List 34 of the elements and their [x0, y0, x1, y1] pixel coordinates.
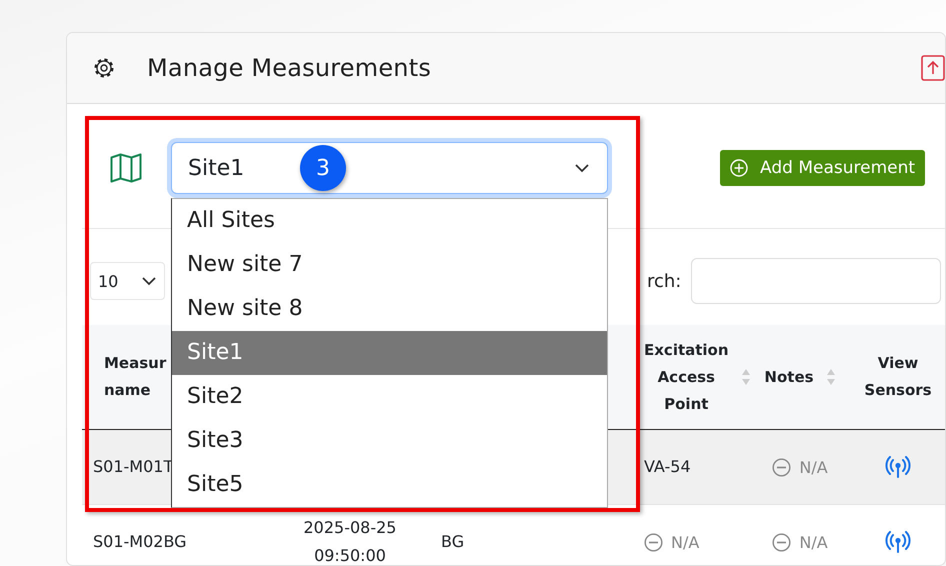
table-cell-text: N/A [799, 532, 828, 552]
minus-circle-icon [772, 458, 792, 476]
dropdown-option[interactable]: New site 8 [172, 287, 607, 331]
dropdown-option[interactable]: All Sites [172, 199, 607, 243]
table-cell-text: N/A [671, 532, 700, 552]
column-header[interactable]: Notes [764, 364, 814, 390]
settings-icon [92, 56, 116, 80]
table-cell-text: 2025-08-25 09:50:00 [302, 517, 398, 565]
search-label: rch: [647, 270, 682, 292]
antenna-icon[interactable] [885, 456, 911, 478]
chevron-down-icon [142, 276, 156, 286]
page-title: Manage Measurements [147, 54, 432, 82]
table-cell-text: VA-54 [644, 456, 691, 478]
dropdown-option[interactable]: Site1 [172, 331, 607, 375]
table-cell-text: S01-M02BG [93, 531, 187, 553]
upload-icon[interactable] [921, 55, 945, 81]
table-cell-text: BG [441, 531, 464, 553]
chevron-down-icon [575, 164, 589, 172]
dropdown-option[interactable]: Site2 [172, 375, 607, 419]
dropdown-option[interactable]: Site5 [172, 463, 607, 507]
dropdown-option[interactable]: New site 7 [172, 243, 607, 287]
column-header: View Sensors [863, 353, 933, 401]
table-cell-text: S01-M01T [93, 456, 174, 478]
page-length-select[interactable]: 10 [90, 262, 165, 300]
add-measurement-button[interactable]: Add Measurement [720, 150, 926, 186]
map-icon [110, 153, 142, 183]
column-header: Measur name [104, 353, 168, 401]
search-field[interactable] [691, 258, 942, 304]
minus-circle-icon [772, 532, 792, 552]
minus-circle-icon [644, 532, 663, 552]
table-cell-text: N/A [799, 458, 828, 476]
antenna-icon[interactable] [885, 531, 911, 553]
dropdown-option[interactable]: Site3 [172, 419, 607, 463]
plus-circle-icon [730, 159, 748, 177]
